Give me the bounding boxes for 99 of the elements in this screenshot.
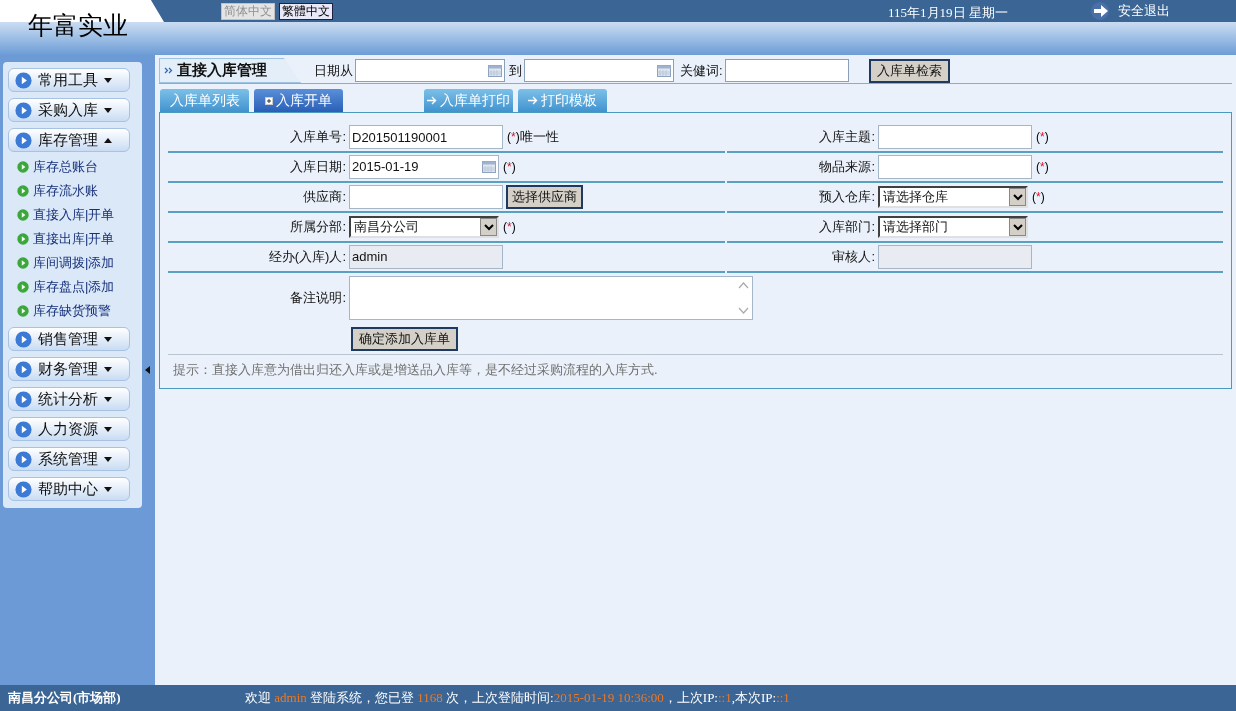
menu-link[interactable]: 直接出库|开单 — [33, 229, 115, 249]
readonly-field: admin — [349, 245, 503, 269]
menu-group-button[interactable]: 人力资源 — [8, 417, 130, 441]
required-mark: (*) — [503, 219, 516, 236]
caret-down-icon — [104, 336, 112, 342]
menu-group-button[interactable]: 统计分析 — [8, 387, 130, 411]
play-icon — [15, 420, 32, 438]
menu-group-button[interactable]: 财务管理 — [8, 357, 130, 381]
double-chevron-icon — [164, 67, 173, 74]
arrow-right-icon — [528, 96, 538, 105]
date-field[interactable]: 2015-01-19 — [349, 155, 499, 179]
menu-group-button[interactable]: 帮助中心 — [8, 477, 130, 501]
logout-link[interactable]: 安全退出 — [1090, 0, 1170, 21]
menu-group-button[interactable]: 常用工具 — [8, 68, 130, 92]
welcome-message: 欢迎 admin 登陆系统，您已登 1168 次，上次登陆时间:2015-01-19 10:36:00，上次IP:::1,本次IP:::1 — [245, 689, 790, 708]
text-field[interactable] — [349, 185, 503, 209]
field-label: 预入仓库: — [818, 188, 875, 207]
text-field[interactable] — [878, 125, 1032, 149]
field-label: 入库日期: — [289, 158, 346, 177]
current-date: 115年1月19日 星期一 — [888, 4, 1008, 22]
select-dropdown[interactable]: 请选择部门 — [878, 216, 1028, 238]
calendar-icon[interactable] — [657, 64, 671, 77]
caret-down-icon — [104, 426, 112, 432]
caret-down-icon — [104, 107, 112, 113]
select-dropdown[interactable]: 南昌分公司 — [349, 216, 499, 238]
chevron-down-icon — [1012, 193, 1023, 201]
play-icon — [17, 257, 29, 269]
company-logo: 年富实业 — [28, 11, 128, 41]
play-icon — [15, 360, 32, 378]
play-icon — [17, 305, 29, 317]
submit-button[interactable]: 确定添加入库单 — [351, 326, 458, 351]
date-to-label: 到 — [509, 61, 522, 80]
field-label: 审核人: — [831, 248, 875, 267]
menu-group-button[interactable]: 采购入库 — [8, 98, 130, 122]
play-icon — [15, 131, 32, 149]
date-from-field[interactable] — [355, 59, 505, 82]
play-icon — [17, 209, 29, 221]
menu-link[interactable]: 库存盘点|添加 — [33, 277, 115, 297]
text-field[interactable] — [878, 155, 1032, 179]
menu-link[interactable]: 库存缺货预警 — [33, 301, 111, 321]
date-from-label: 日期从 — [314, 61, 353, 80]
play-icon — [15, 450, 32, 468]
caret-down-icon — [104, 456, 112, 462]
menu-group-button[interactable]: 库存管理 — [8, 128, 130, 152]
select-dropdown[interactable]: 请选择仓库 — [878, 186, 1028, 208]
field-label: 备注说明: — [289, 289, 346, 308]
hint-text: 提示：直接入库意为借出归还入库或是增送品入库等，是不经过采购流程的入库方式. — [172, 361, 659, 379]
play-icon — [15, 101, 32, 119]
branch-label: 南昌分公司(市场部) — [7, 689, 122, 708]
calendar-icon[interactable] — [482, 161, 496, 173]
tab[interactable]: 入库开单 — [254, 89, 343, 112]
menu-link[interactable]: 库间调拨|添加 — [33, 253, 115, 273]
field-label: 经办(入库)人: — [267, 248, 346, 267]
menu-group-button[interactable]: 销售管理 — [8, 327, 130, 351]
keyword-label: 关健词: — [680, 61, 723, 80]
required-mark: (*) — [503, 159, 516, 176]
caret-down-icon — [104, 396, 112, 402]
field-label: 入库主题: — [818, 128, 875, 147]
field-label: 入库部门: — [818, 218, 875, 237]
caret-down-icon — [104, 366, 112, 372]
play-icon — [17, 281, 29, 293]
required-mark: (*) — [1036, 159, 1049, 176]
play-icon — [15, 480, 32, 498]
choose-supplier-button[interactable]: 选择供应商 — [506, 185, 583, 209]
play-icon — [15, 390, 32, 408]
play-icon — [17, 233, 29, 245]
date-to-field[interactable] — [524, 59, 674, 82]
remark-textarea[interactable] — [349, 276, 753, 320]
play-icon — [17, 161, 29, 173]
scroll-arrows-icon — [738, 280, 749, 316]
caret-down-icon — [104, 486, 112, 492]
field-label: 所属分部: — [289, 218, 346, 237]
collapse-arrow-icon[interactable] — [145, 366, 150, 374]
caret-down-icon — [104, 77, 112, 83]
arrow-right-icon — [1090, 0, 1112, 21]
required-mark: (*) — [1032, 189, 1045, 206]
menu-group-button[interactable]: 系统管理 — [8, 447, 130, 471]
chevron-down-icon — [1012, 223, 1023, 231]
menu-link[interactable]: 库存总账台 — [33, 157, 98, 177]
menu-link[interactable]: 直接入库|开单 — [33, 205, 115, 225]
required-mark: (*) — [507, 129, 520, 146]
calendar-icon[interactable] — [488, 64, 502, 77]
arrow-right-icon — [427, 96, 437, 105]
play-icon — [15, 330, 32, 348]
menu-link[interactable]: 库存流水账 — [33, 181, 98, 201]
chevron-down-icon — [483, 223, 494, 231]
play-icon — [15, 71, 32, 89]
search-button[interactable]: 入库单检索 — [868, 58, 950, 83]
field-note: 唯一性 — [519, 128, 559, 147]
field-label: 供应商: — [302, 188, 346, 207]
keyword-field[interactable] — [724, 59, 849, 82]
plus-box-icon — [265, 96, 273, 105]
field-label: 物品来源: — [818, 158, 875, 177]
language-button[interactable]: 繁體中文 — [279, 3, 333, 20]
caret-up-icon — [104, 137, 112, 143]
required-mark: (*) — [1036, 129, 1049, 146]
play-icon — [17, 185, 29, 197]
text-field[interactable]: D201501190001 — [349, 125, 503, 149]
field-label: 入库单号: — [289, 128, 346, 147]
